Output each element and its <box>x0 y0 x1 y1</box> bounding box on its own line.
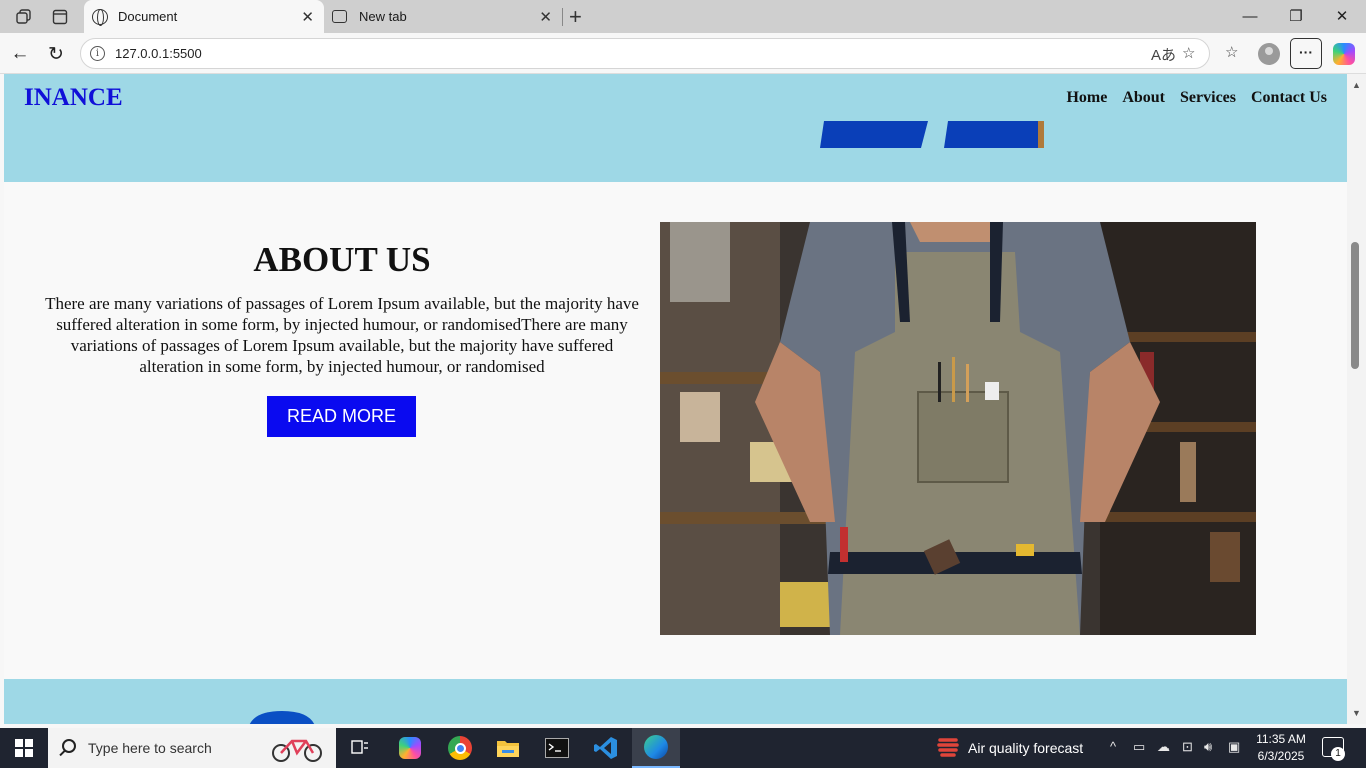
edge-icon[interactable] <box>632 728 680 768</box>
about-section: ABOUT US There are many variations of pa… <box>4 182 1347 679</box>
minimize-icon[interactable]: — <box>1227 4 1273 28</box>
nav-services[interactable]: Services <box>1180 89 1236 107</box>
copilot-icon[interactable] <box>1333 43 1355 65</box>
browser-tab-bar: Document ✕ New tab ✕ + — ❐ ✕ <box>0 0 1366 33</box>
show-hidden-icons-chevron-icon[interactable]: ^ <box>1110 739 1116 754</box>
window-close-icon[interactable]: ✕ <box>1319 4 1365 28</box>
nav-about[interactable]: About <box>1122 89 1165 107</box>
tab-label: Document <box>118 9 178 24</box>
read-aloud-icon[interactable]: Aあ <box>1151 44 1176 65</box>
address-bar[interactable]: i 127.0.0.1:5500 Aあ ☆ <box>80 38 1210 69</box>
about-title: ABOUT US <box>253 240 431 279</box>
search-placeholder: Type here to search <box>88 740 212 756</box>
tab-separator <box>562 8 563 26</box>
about-worker-photo <box>660 222 1256 635</box>
tab-label: New tab <box>359 9 407 24</box>
header-section: INANCE Home About Services Contact Us <box>4 74 1347 182</box>
scroll-up-icon[interactable]: ▲ <box>1352 80 1361 90</box>
scroll-down-icon[interactable]: ▼ <box>1352 708 1361 718</box>
weather-text: Air quality forecast <box>968 740 1084 756</box>
windows-taskbar: Type here to search Air quality forecast… <box>0 728 1366 768</box>
favorite-star-icon[interactable]: ☆ <box>1182 44 1195 62</box>
read-more-button[interactable]: READ MORE <box>267 396 416 437</box>
network-icon[interactable]: ▣ <box>1228 739 1240 755</box>
browser-toolbar: ← ↻ i 127.0.0.1:5500 Aあ ☆ ☆ ··· <box>0 33 1366 74</box>
tab-new-tab[interactable]: New tab ✕ <box>324 0 562 33</box>
workspaces-icon[interactable] <box>13 6 35 28</box>
services-section <box>4 679 1347 724</box>
tab-actions-icon[interactable] <box>49 6 71 28</box>
taskbar-search[interactable]: Type here to search <box>48 728 336 768</box>
volume-icon[interactable]: 🔊︎ <box>1204 739 1212 755</box>
system-clock[interactable]: 11:35 AM 6/3/2025 <box>1246 731 1316 765</box>
site-info-icon[interactable]: i <box>90 46 105 61</box>
hero-worker-image <box>820 121 1044 148</box>
clock-time: 11:35 AM <box>1256 732 1306 746</box>
copilot-app-icon[interactable] <box>386 728 434 768</box>
file-explorer-icon[interactable] <box>484 728 532 768</box>
weather-widget[interactable]: Air quality forecast <box>936 728 1083 768</box>
url-text[interactable]: 127.0.0.1:5500 <box>115 46 202 61</box>
battery-icon[interactable]: ▭ <box>1133 739 1145 755</box>
profile-avatar[interactable] <box>1258 43 1280 65</box>
bicycle-icon <box>272 739 322 762</box>
site-logo[interactable]: INANCE <box>24 84 123 112</box>
page-viewport: INANCE Home About Services Contact Us AB… <box>4 74 1347 724</box>
tab-document[interactable]: Document ✕ <box>84 0 324 33</box>
close-tab-icon[interactable]: ✕ <box>539 8 552 26</box>
page-scrollbar[interactable]: ▲ ▼ <box>1347 74 1366 724</box>
notification-count-badge: 1 <box>1331 747 1345 761</box>
vscode-icon[interactable] <box>582 728 630 768</box>
refresh-icon[interactable]: ↻ <box>43 41 69 67</box>
favorites-icon[interactable]: ☆ <box>1225 43 1238 61</box>
meet-now-icon[interactable]: ⊡ <box>1182 739 1193 755</box>
services-figure-image <box>249 711 315 724</box>
search-icon <box>62 739 76 753</box>
about-text: There are many variations of passages of… <box>45 294 639 376</box>
windows-logo-icon <box>15 739 33 757</box>
globe-icon <box>92 8 108 26</box>
chrome-icon[interactable] <box>436 728 484 768</box>
nav-home[interactable]: Home <box>1066 89 1107 107</box>
new-tab-plus-icon[interactable]: + <box>569 4 582 30</box>
close-tab-icon[interactable]: ✕ <box>301 8 314 26</box>
scroll-thumb[interactable] <box>1351 242 1359 369</box>
air-quality-icon <box>937 738 959 757</box>
task-view-icon[interactable] <box>336 728 384 768</box>
cloud-offline-icon[interactable]: ☁ <box>1157 739 1170 755</box>
restore-icon[interactable]: ❐ <box>1273 4 1319 28</box>
settings-more-button[interactable]: ··· <box>1290 38 1322 69</box>
main-nav: Home About Services Contact Us <box>1066 89 1327 107</box>
terminal-icon[interactable] <box>533 728 581 768</box>
clock-date: 6/3/2025 <box>1257 749 1305 763</box>
back-arrow-icon[interactable]: ← <box>7 41 33 67</box>
start-button[interactable] <box>0 728 48 768</box>
nav-contact-us[interactable]: Contact Us <box>1251 89 1327 107</box>
new-tab-page-icon <box>332 10 347 23</box>
